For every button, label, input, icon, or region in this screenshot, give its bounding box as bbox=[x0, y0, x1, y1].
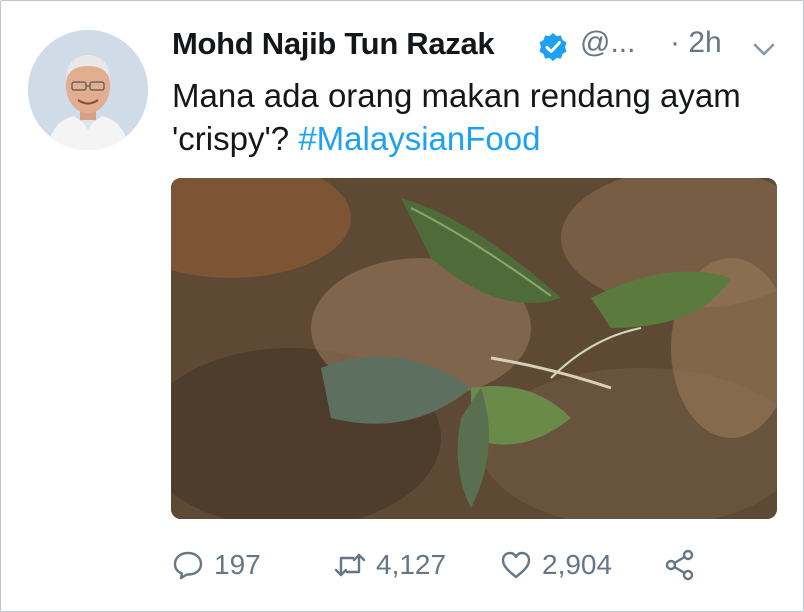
reply-icon bbox=[173, 551, 203, 580]
share-icon bbox=[665, 549, 694, 581]
author-name[interactable]: Mohd Najib Tun Razak bbox=[172, 26, 495, 62]
tweet-actions: 197 4,127 2,904 bbox=[172, 540, 732, 590]
hashtag-link[interactable]: #MalaysianFood bbox=[298, 120, 540, 157]
retweet-button[interactable]: 4,127 bbox=[334, 540, 446, 590]
heart-icon bbox=[501, 551, 531, 579]
avatar-image bbox=[28, 30, 148, 150]
retweet-count: 4,127 bbox=[376, 549, 447, 580]
tweet-photo[interactable] bbox=[171, 178, 777, 519]
share-button[interactable] bbox=[664, 540, 696, 590]
author-avatar[interactable] bbox=[28, 30, 148, 150]
tweet-header: Mohd Najib Tun Razak @... · 2h bbox=[172, 22, 782, 72]
author-handle[interactable]: @... bbox=[580, 26, 635, 60]
tweet-text: Mana ada orang makan rendang ayam 'crisp… bbox=[172, 74, 772, 160]
chevron-down-icon[interactable] bbox=[752, 42, 776, 58]
reply-count: 197 bbox=[214, 549, 261, 580]
retweet-icon bbox=[334, 553, 366, 577]
verified-badge-icon bbox=[539, 33, 567, 61]
like-count: 2,904 bbox=[542, 549, 613, 580]
food-photo-image bbox=[171, 178, 777, 519]
like-button[interactable]: 2,904 bbox=[500, 540, 612, 590]
reply-button[interactable]: 197 bbox=[172, 540, 261, 590]
tweet-timestamp[interactable]: · 2h bbox=[670, 26, 722, 60]
